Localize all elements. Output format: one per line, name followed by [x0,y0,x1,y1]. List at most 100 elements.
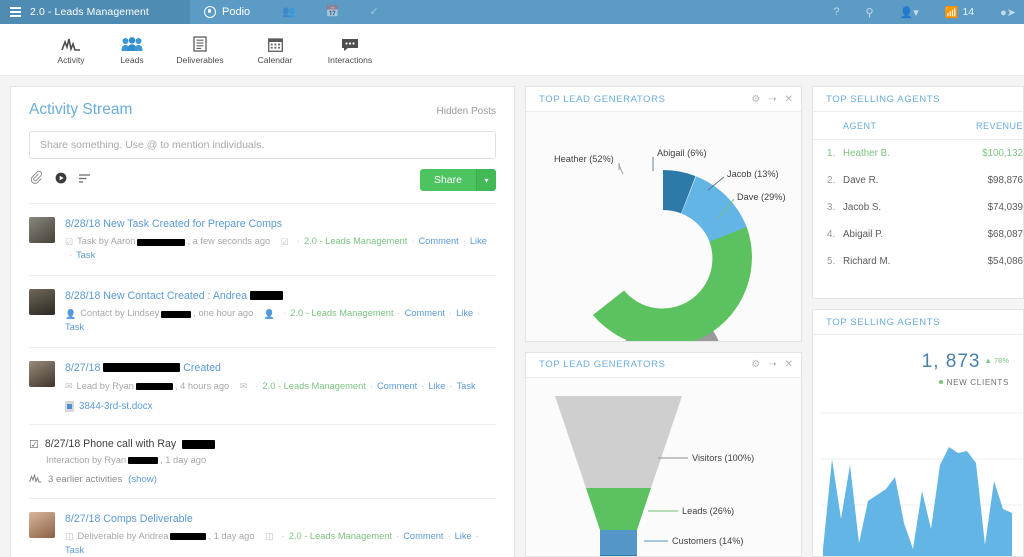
nav-item-leads[interactable]: Leads [103,35,161,65]
activity-app-link[interactable]: 2.0 - Leads Management [304,235,407,249]
sub-activity-meta: Interaction by Ryan , 1 day ago [46,455,496,465]
help-icon[interactable]: ? [833,6,839,18]
table-row[interactable]: 3. Jacob S. $74,039 [813,194,1023,221]
activity-title[interactable]: 8/27/18 Comps Deliverable [65,512,496,526]
tasks-icon[interactable]: ✓ [370,6,379,18]
close-icon[interactable]: ✕ [785,94,793,105]
app-title-block[interactable]: 2.0 - Leads Management [0,0,190,24]
funnel-segment-visitors [555,395,682,488]
share-input[interactable] [40,139,485,151]
podio-logo-icon[interactable]: Podio [204,6,250,18]
activity-time: , a few seconds ago [187,236,271,247]
nav-item-activity[interactable]: Activity [42,35,100,65]
account-icon[interactable]: 👤▾ [900,6,919,19]
activity-app-link[interactable]: 2.0 - Leads Management [289,530,392,544]
activity-date: 8/28/18 [65,218,101,230]
row-revenue: $100,132 [982,148,1023,159]
table-row[interactable]: 2. Dave R. $98,876 [813,167,1023,194]
task-link[interactable]: Task [76,249,95,263]
notifications-indicator[interactable]: 📶 14 [945,6,974,19]
row-agent: Richard M. [843,256,891,267]
activity-app-link[interactable]: 2.0 - Leads Management [290,307,393,321]
table-header-rank [813,112,843,140]
nav-item-calendar[interactable]: Calendar [239,35,311,65]
donut-label-jacob: Jacob (13%) [727,169,779,179]
activity-time: , 4 hours ago [174,380,230,391]
gear-icon[interactable]: ⚙ [751,94,760,105]
widget-top-selling-agents-kpi: TOP SELLING AGENTS 1, 873 ▲ 78% NEW CLIEN… [812,309,1024,557]
show-earlier-link[interactable]: (show) [128,474,157,485]
table-header-agent: AGENT [843,112,934,140]
avatar[interactable] [29,361,55,388]
activity-app-link[interactable]: 2.0 - Leads Management [262,380,365,394]
redacted-name [135,383,173,391]
comment-link[interactable]: Comment [377,380,417,394]
avatar[interactable] [29,289,55,316]
share-box[interactable] [29,131,496,159]
arrow-right-icon[interactable]: ➝ [768,94,776,105]
activity-meta: 👤 Contact by Lindsey , one hour ago 👤 · … [65,307,496,335]
avatar[interactable] [29,217,55,243]
nav-item-interactions[interactable]: Interactions [314,35,386,65]
share-dropdown-button[interactable]: ▾ [476,169,496,191]
attachment-name[interactable]: 3844-3rd-st.docx [79,401,153,412]
widget-column-right: TOP SELLING AGENTS AGENT REVENUE 1. Heat… [812,86,1024,557]
avatar[interactable] [29,511,55,538]
like-link[interactable]: Like [470,235,487,249]
comment-link[interactable]: Comment [403,530,443,544]
table-row[interactable]: 5. Richard M. $54,086 [813,248,1023,275]
like-link[interactable]: Like [428,380,445,394]
like-link[interactable]: Like [455,530,472,544]
activity-title[interactable]: 8/27/18 Created [65,361,496,375]
close-icon[interactable]: ✕ [785,359,793,370]
share-button[interactable]: Share [419,169,476,191]
sub-activity-title[interactable]: ☑ 8/27/18 Phone call with Ray [29,438,496,451]
activity-title[interactable]: 8/28/18 New Task Created for Prepare Com… [65,217,496,231]
activity-title[interactable]: 8/28/18 New Contact Created : Andrea [65,289,496,303]
gear-icon[interactable]: ⚙ [751,359,760,370]
like-link[interactable]: Like [456,307,473,321]
media-icon[interactable] [55,171,67,189]
comment-link[interactable]: Comment [418,235,458,249]
attachment-row[interactable]: 3844-3rd-st.docx [65,400,496,412]
nav-label-deliverables: Deliverables [176,54,224,65]
nav-label-leads: Leads [120,54,144,65]
row-revenue: $98,876 [987,175,1023,186]
hidden-posts-link[interactable]: Hidden Posts [437,106,496,117]
hamburger-icon[interactable] [10,7,21,17]
widget-header: TOP LEAD GENERATORS ⚙ ➝ ✕ [526,87,801,112]
widget-top-lead-generators-funnel: TOP LEAD GENERATORS ⚙ ➝ ✕ Visitors (100%… [525,351,802,557]
arrow-right-icon[interactable]: ➝ [768,359,776,370]
row-agent: Jacob S. [843,202,882,213]
chat-icon[interactable]: ●➤ [1000,6,1016,19]
redacted-name [161,310,192,318]
donut-label-abigail: Abigail (6%) [657,148,707,158]
search-icon[interactable]: ⚲ [865,6,873,19]
list-icon[interactable] [78,171,91,189]
activity-meta: ◫ Deliverable by Andrea , 1 day ago ◫ · … [65,530,496,557]
checkbox-checked-icon[interactable]: ☑ [29,438,39,451]
table-row[interactable]: 1. Heather B. $100,132 [813,140,1023,168]
activity-author: Task by Aaron [77,236,136,247]
row-revenue: $68,087 [987,229,1023,240]
contacts-icon[interactable]: 👥 [282,6,296,18]
attachment-icon[interactable] [30,170,44,189]
page-title: Activity Stream [29,101,133,118]
table-row[interactable]: 4. Abigail P. $68,087 [813,221,1023,248]
activity-body: 8/28/18 New Task Created for Prepare Com… [65,217,496,263]
task-link[interactable]: Task [65,321,84,335]
redacted-name [249,291,283,301]
row-agent: Abigail P. [843,229,884,240]
task-link[interactable]: Task [65,544,84,557]
task-link[interactable]: Task [457,380,476,394]
sub-activity-time: , 1 day ago [160,454,207,465]
activity-chart-icon [61,35,81,52]
calendar-icon[interactable]: 📅 [326,6,340,18]
kpi-label: NEW CLIENTS [946,378,1009,388]
row-revenue: $54,086 [987,256,1023,267]
activity-time: , 1 day ago [208,530,255,541]
nav-item-deliverables[interactable]: Deliverables [164,35,236,65]
activity-item: 8/27/18 Created ✉ Lead by Ryan , 4 hours… [29,348,496,425]
comment-link[interactable]: Comment [405,307,445,321]
widget-title: TOP SELLING AGENTS [826,93,941,105]
